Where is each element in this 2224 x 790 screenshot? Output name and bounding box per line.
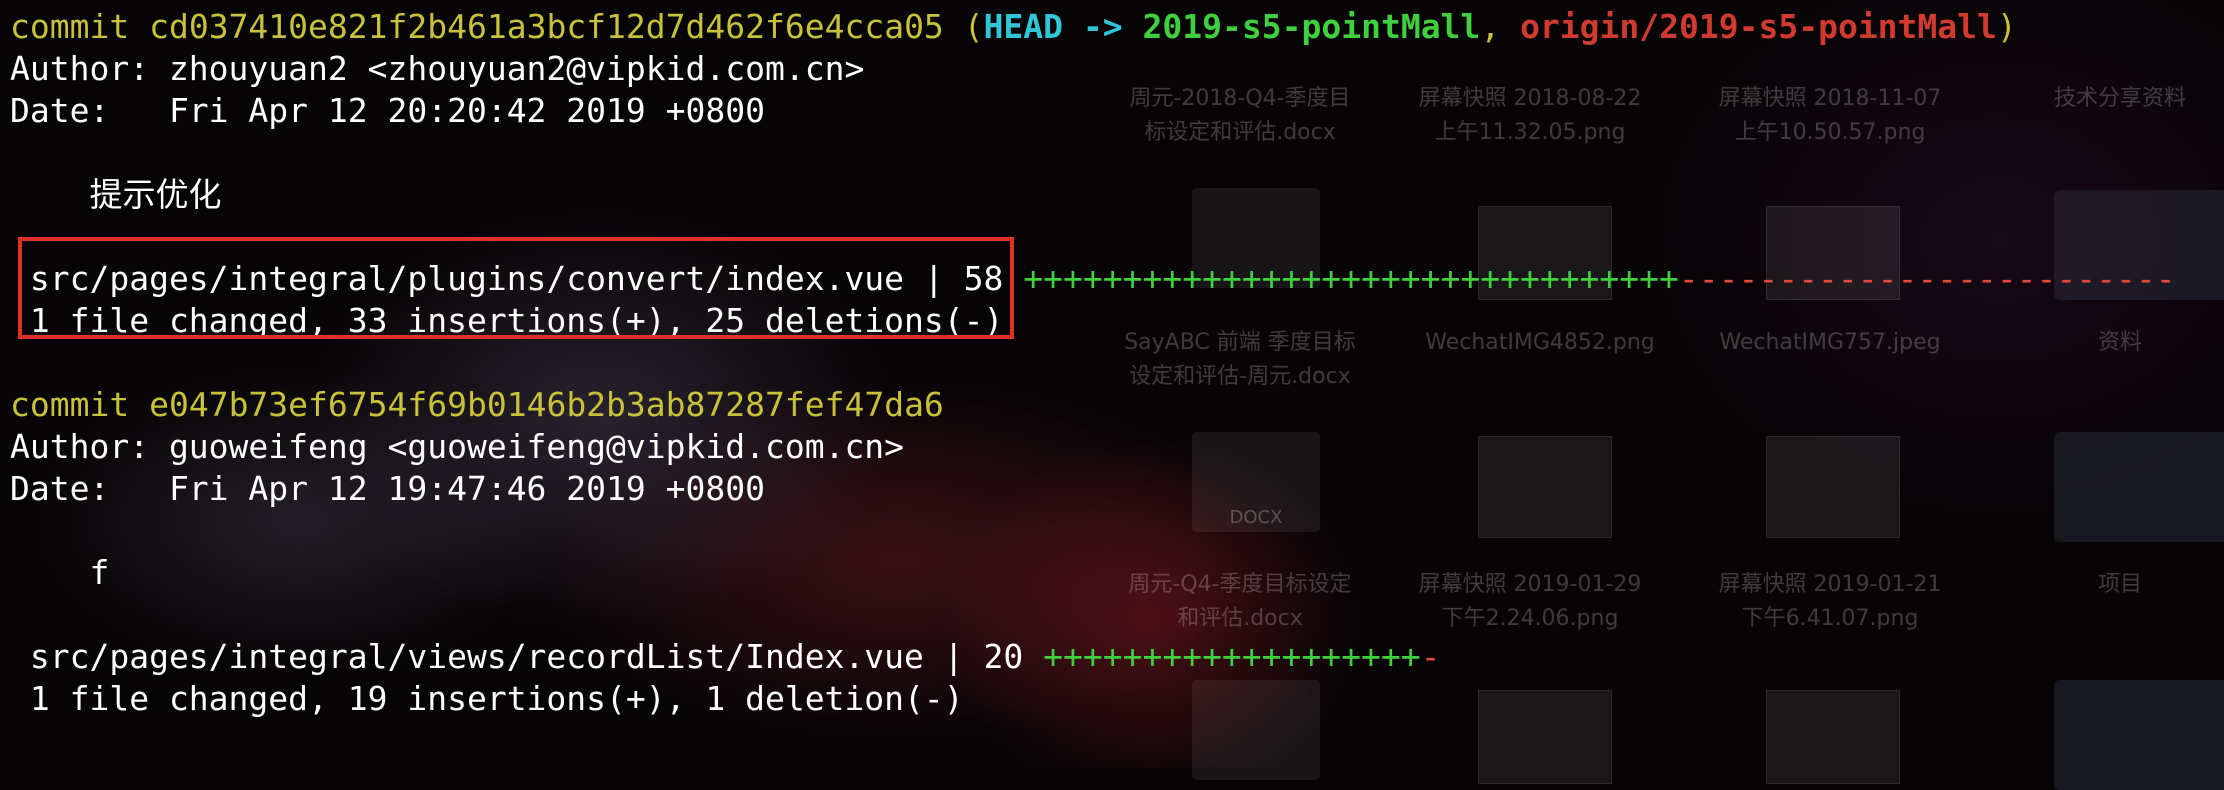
diffstat-deletions-bar: -: [1420, 637, 1441, 676]
highlight-box: [18, 237, 1014, 339]
diffstat-insertions-bar: +++++++++++++++++++: [1043, 637, 1421, 676]
diffstat-line: src/pages/integral/views/recordList/Inde…: [10, 636, 1441, 677]
commit-line: commit cd037410e821f2b461a3bcf12d7d462f6…: [10, 7, 2017, 46]
commit-hash: cd037410e821f2b461a3bcf12d7d462f6e4cca05: [149, 7, 944, 46]
commit-keyword: commit: [10, 385, 130, 424]
commit-message: f: [10, 553, 110, 592]
branch-ref: 2019-s5-pointMall: [1142, 7, 1481, 46]
head-ref: HEAD: [983, 7, 1064, 46]
commit-message: 提示优化: [10, 175, 222, 214]
commit-hash: e047b73ef6754f69b0146b2b3ab87287fef47da6: [149, 385, 944, 424]
diffstat-file: src/pages/integral/views/recordList/Inde…: [10, 637, 1044, 676]
terminal-output[interactable]: commit cd037410e821f2b461a3bcf12d7d462f6…: [0, 0, 2224, 768]
author-line: Author: guoweifeng <guoweifeng@vipkid.co…: [10, 427, 905, 466]
date-line: Date: Fri Apr 12 19:47:46 2019 +0800: [10, 469, 765, 508]
commit-line: commit e047b73ef6754f69b0146b2b3ab87287f…: [10, 384, 944, 425]
commit-keyword: commit: [10, 7, 130, 46]
remote-ref: origin/2019-s5-pointMall: [1520, 7, 1997, 46]
diffstat-deletions-bar: -------------------------: [1678, 259, 2176, 298]
diffstat-insertions-bar: +++++++++++++++++++++++++++++++++: [1023, 259, 1679, 298]
diffstat-summary: 1 file changed, 19 insertions(+), 1 dele…: [10, 679, 964, 718]
date-line: Date: Fri Apr 12 20:20:42 2019 +0800: [10, 91, 765, 130]
author-line: Author: zhouyuan2 <zhouyuan2@vipkid.com.…: [10, 49, 865, 88]
